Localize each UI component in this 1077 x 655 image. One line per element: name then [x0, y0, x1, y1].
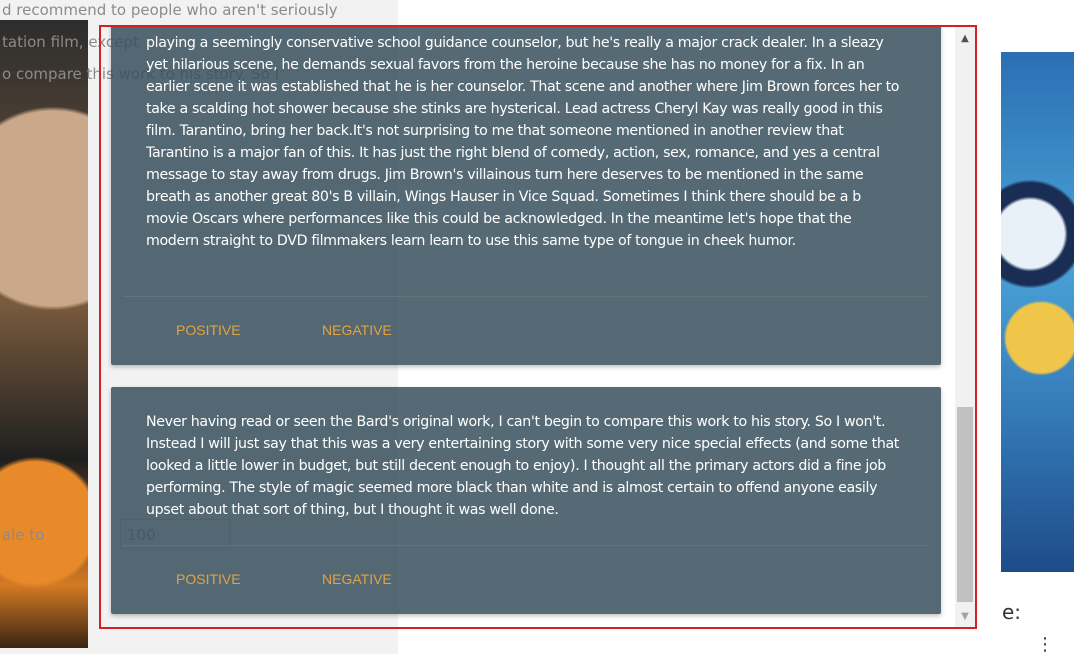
negative-button[interactable]: NEGATIVE	[322, 322, 392, 338]
positive-button[interactable]: POSITIVE	[176, 322, 241, 338]
review-card: Never having read or seen the Bard's ori…	[111, 387, 941, 614]
review-list[interactable]: playing a seemingly conservative school …	[101, 27, 955, 627]
card-divider	[123, 296, 929, 297]
review-text: Never having read or seen the Bard's ori…	[146, 414, 900, 518]
scroll-down-arrow-icon[interactable]: ▼	[955, 607, 975, 627]
negative-button[interactable]: NEGATIVE	[322, 571, 392, 587]
review-modal: playing a seemingly conservative school …	[99, 25, 977, 629]
review-card: playing a seemingly conservative school …	[111, 27, 941, 365]
scroll-up-arrow-icon[interactable]: ▲	[955, 29, 975, 49]
review-text: playing a seemingly conservative school …	[146, 35, 900, 249]
positive-button[interactable]: POSITIVE	[176, 571, 241, 587]
card-divider	[123, 545, 929, 546]
vertical-scrollbar[interactable]: ▲ ▼	[955, 27, 975, 627]
scrollbar-thumb[interactable]	[957, 407, 973, 602]
